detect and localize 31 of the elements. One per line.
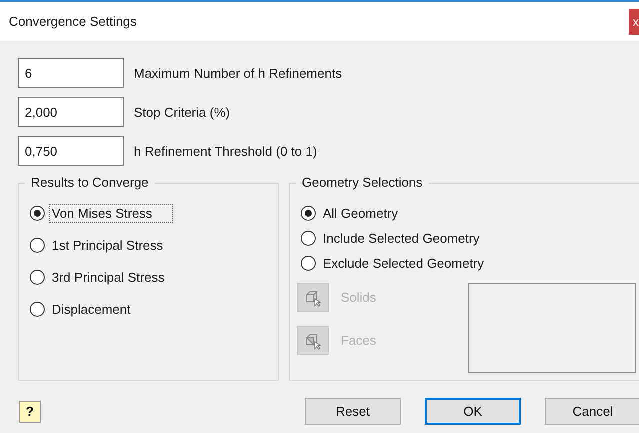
radio-label[interactable]: Exclude Selected Geometry [320,254,488,273]
radio-button[interactable] [30,238,45,253]
radio-button[interactable] [301,231,316,246]
picker-label: Solids [341,290,376,305]
radio-button[interactable] [301,256,316,271]
radio-button[interactable] [30,302,45,317]
group-title: Geometry Selections [296,175,429,190]
dialog-button[interactable]: OK [425,398,521,425]
radio-label[interactable]: Displacement [49,300,134,319]
radio-label[interactable]: 1st Principal Stress [49,236,166,255]
group-title: Results to Converge [25,175,155,190]
field-label: Stop Criteria (%) [134,104,230,120]
dialog-button[interactable]: Reset [305,398,401,425]
close-button[interactable]: x [629,8,639,34]
field-label: Maximum Number of h Refinements [134,66,342,80]
input-field[interactable]: 0,750 [18,136,124,166]
radio-label[interactable]: Include Selected Geometry [320,229,483,248]
window-title: Convergence Settings [9,14,137,29]
radio-label[interactable]: Von Mises Stress [49,204,174,223]
radio-label[interactable]: 3rd Principal Stress [49,268,168,287]
picker-label: Faces [341,333,376,348]
input-field[interactable]: 2,000 [18,97,124,127]
help-button[interactable]: ? [19,400,41,422]
radio-button[interactable] [301,206,316,221]
input-field[interactable]: 6 [18,58,124,88]
radio-label[interactable]: All Geometry [320,204,402,223]
radio-button[interactable] [30,206,45,221]
radio-button[interactable] [30,270,45,285]
dialog-button[interactable]: Cancel [545,398,639,425]
field-label: h Refinement Threshold (0 to 1) [134,144,318,158]
selection-list[interactable] [468,283,636,373]
